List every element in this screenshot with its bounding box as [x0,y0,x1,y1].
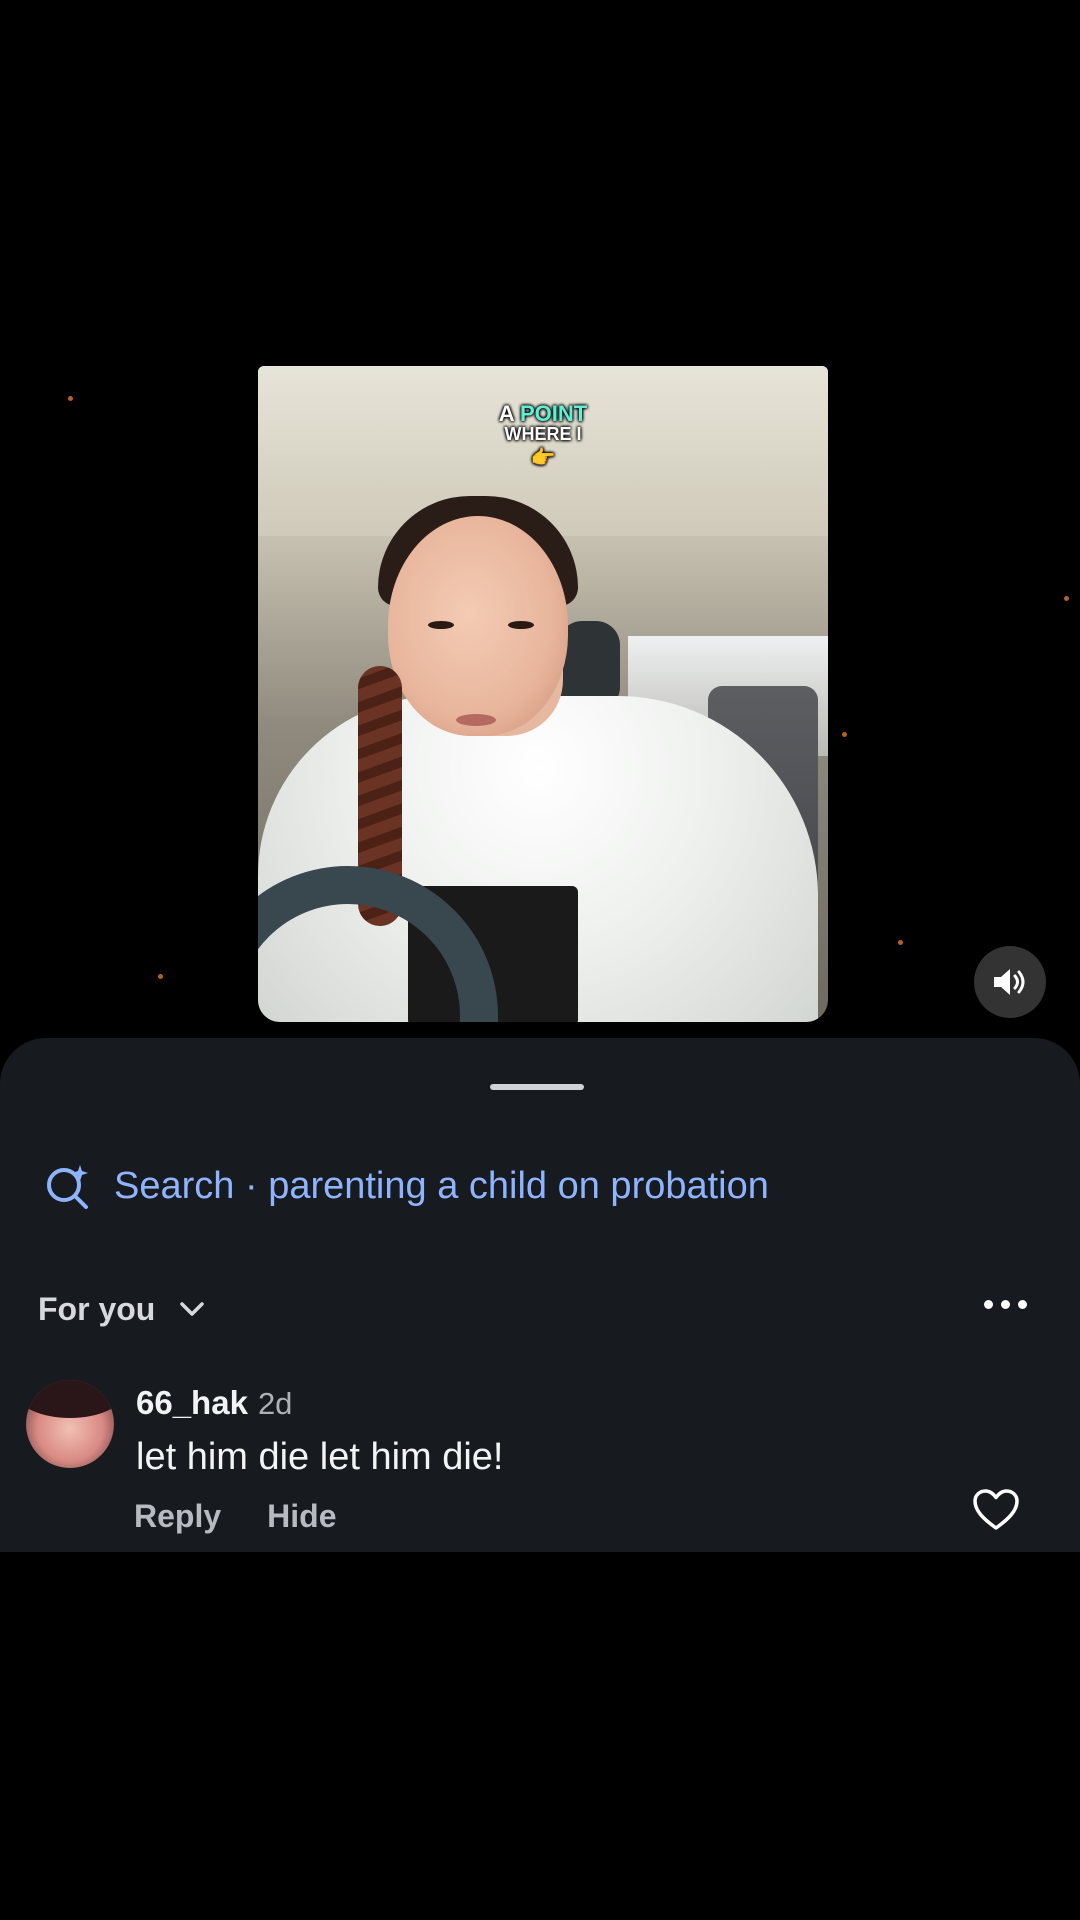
sort-dropdown[interactable]: For you [38,1284,207,1334]
heart-icon[interactable] [972,1488,1020,1532]
chevron-down-icon [180,1302,205,1316]
comment-text: let him die let him die! [136,1436,504,1478]
ember-particle [1064,596,1069,601]
more-dot [984,1300,993,1309]
video-player[interactable]: A POINT WHERE I 👉 [258,366,828,1022]
hide-button[interactable]: Hide [267,1498,336,1535]
speaker-icon [994,969,1025,995]
more-dot [1018,1300,1027,1309]
sort-label: For you [38,1290,156,1327]
person-eye-right [508,621,534,629]
comment-header: 66_hak 2d [136,1384,292,1422]
caption-highlight: POINT [519,401,588,426]
ember-particle [898,940,903,945]
pointing-hand-icon: 👉 [530,446,556,469]
more-options-icon[interactable] [984,1300,1027,1309]
search-suggestion-text: Search · parenting a child on probation [114,1165,769,1208]
avatar-hair [26,1380,114,1418]
caption-word: A [498,401,514,426]
related-search-link[interactable]: Search · parenting a child on probation [44,1156,769,1216]
reply-button[interactable]: Reply [134,1498,221,1535]
sound-toggle-button[interactable] [974,946,1046,1018]
comment-timestamp: 2d [257,1386,293,1421]
person-eye-left [428,621,454,629]
person-face [388,516,568,736]
ember-particle [68,396,73,401]
comments-sheet: Search · parenting a child on probation … [0,1038,1080,1552]
avatar[interactable] [26,1380,114,1468]
more-dot [1001,1300,1010,1309]
search-query: parenting a child on probation [268,1164,769,1207]
ember-particle [842,732,847,737]
caption-line-2: WHERE I [504,424,582,445]
ember-particle [158,974,163,979]
sparkle-search-icon [47,1165,88,1209]
search-prefix: Search [114,1164,235,1207]
search-separator: · [234,1164,269,1207]
person-mouth [456,714,496,726]
comment-actions: Reply Hide [134,1498,336,1535]
comment-username[interactable]: 66_hak [136,1384,248,1422]
drag-handle[interactable] [490,1084,584,1090]
video-caption: A POINT WHERE I 👉 [258,402,828,469]
